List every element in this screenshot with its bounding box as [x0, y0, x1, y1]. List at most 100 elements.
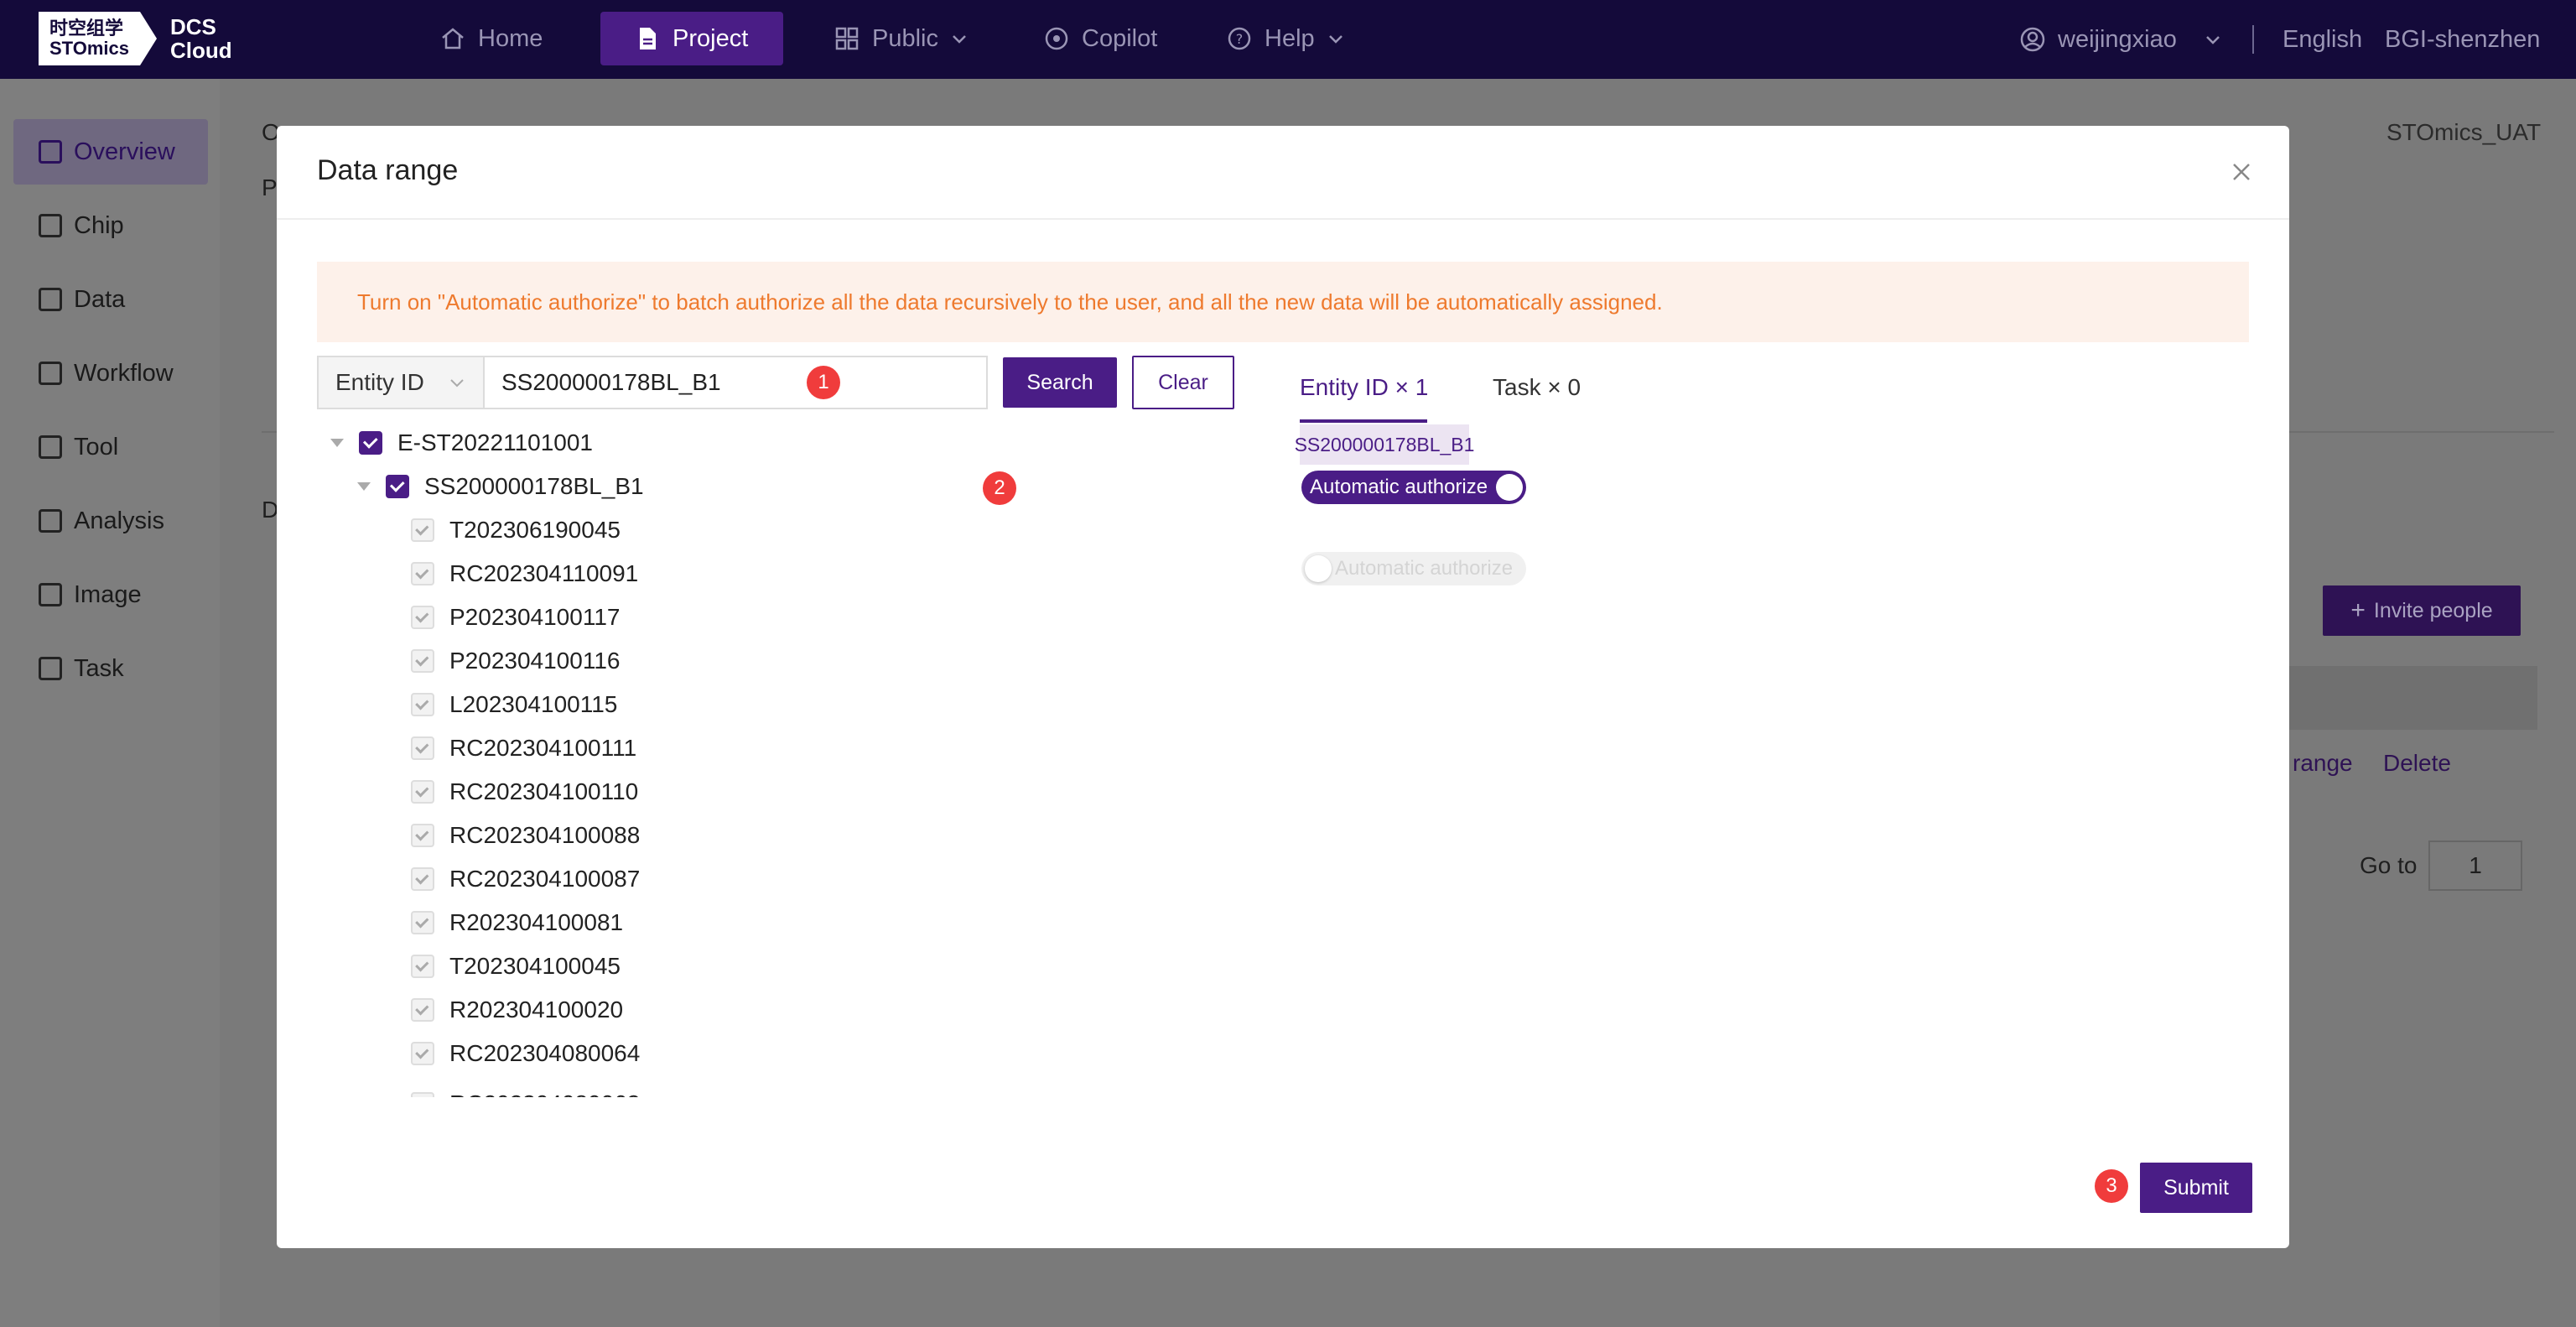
- checkbox-disabled: [411, 1042, 434, 1065]
- tree-leaf[interactable]: P202304100117: [411, 601, 620, 634]
- search-type-value: Entity ID: [335, 369, 424, 395]
- tree-leaf[interactable]: R202304100020: [411, 993, 623, 1027]
- sidebar-item-workflow[interactable]: Workflow: [13, 341, 208, 406]
- sidebar-item-label: Overview: [74, 138, 175, 165]
- tree-leaf-label: P202304100117: [449, 604, 621, 630]
- search-input[interactable]: SS200000178BL_B1: [485, 356, 988, 409]
- active-tab-indicator: [1300, 419, 1427, 423]
- tab-entity-id[interactable]: Entity ID × 1: [1300, 374, 1428, 401]
- chevron-down-icon: [2205, 36, 2220, 44]
- top-navbar: 时空组学 STOmics DCS Cloud Home Project Publ…: [0, 0, 2576, 79]
- auto-authorize-toggle-root[interactable]: Automatic authorize: [1301, 552, 1526, 585]
- grid-icon: [835, 27, 859, 50]
- sidebar-item-label: Image: [74, 580, 142, 608]
- sidebar-item-label: Tool: [74, 433, 119, 461]
- nav-help[interactable]: ? Help: [1192, 12, 1379, 65]
- clear-button[interactable]: Clear: [1132, 356, 1234, 409]
- tree-leaf[interactable]: RC202304100111: [411, 731, 636, 765]
- tree-leaf[interactable]: RC202304100087: [411, 862, 640, 896]
- tree-leaf[interactable]: T202306190045: [411, 513, 621, 547]
- tree-leaf-label: T202304100045: [449, 953, 621, 979]
- tree-leaf-label: R202304100020: [449, 997, 624, 1023]
- language-label: English: [2283, 25, 2363, 53]
- tree-node-child[interactable]: SS200000178BL_B1: [357, 470, 644, 503]
- sidebar-item-data[interactable]: Data: [13, 267, 208, 332]
- tree-leaf[interactable]: RC202304100110: [411, 775, 638, 809]
- checkbox-disabled: [411, 693, 434, 716]
- nav-home[interactable]: Home: [406, 12, 576, 65]
- tree-leaf[interactable]: RC202304110091: [411, 557, 638, 591]
- sidebar-item-image[interactable]: Image: [13, 562, 208, 627]
- tree-leaf[interactable]: T202304100045: [411, 950, 621, 983]
- sidebar-item-label: Data: [74, 285, 126, 313]
- nav-copilot[interactable]: Copilot: [1010, 12, 1191, 65]
- user-menu[interactable]: weijingxiao: [2019, 0, 2222, 79]
- tree-leaf[interactable]: P202304100116: [411, 644, 620, 678]
- step-marker-2: 2: [983, 471, 1016, 505]
- app-logo[interactable]: 时空组学 STOmics DCS Cloud: [39, 12, 232, 65]
- sidebar: Overview Chip Data Workflow Tool Analysi…: [0, 79, 220, 1327]
- goto-page-input[interactable]: 1: [2428, 840, 2522, 891]
- caret-down-icon[interactable]: [357, 482, 371, 491]
- checkbox-disabled: [411, 562, 434, 585]
- checkbox-disabled: [411, 955, 434, 978]
- tree-leaf-label: RC202304100087: [449, 866, 641, 892]
- step-marker-3: 3: [2095, 1169, 2128, 1203]
- checkbox-disabled: [411, 518, 434, 542]
- tab-task[interactable]: Task × 0: [1493, 374, 1581, 401]
- auto-authorize-toggle-child[interactable]: Automatic authorize: [1301, 471, 1526, 504]
- workflow-icon: [39, 362, 62, 385]
- logo-title-line-2: Cloud: [169, 38, 232, 63]
- invite-people-button[interactable]: + Invite people: [2323, 585, 2521, 636]
- home-icon: [442, 28, 464, 49]
- tree-leaf-label: RC202304110091: [449, 560, 639, 586]
- checkbox-disabled: [411, 867, 434, 891]
- checkbox[interactable]: [359, 431, 382, 455]
- nav-home-label: Home: [478, 24, 543, 52]
- tree-leaf[interactable]: RC202304080064: [411, 1037, 640, 1070]
- checkbox-disabled: [411, 824, 434, 847]
- search-type-select[interactable]: Entity ID: [317, 356, 485, 409]
- workspace-name: STOmics_UAT: [2386, 119, 2542, 145]
- nav-project[interactable]: Project: [600, 12, 783, 65]
- tree-leaf[interactable]: L202304100115: [411, 688, 617, 721]
- caret-down-icon[interactable]: [330, 439, 344, 447]
- nav-copilot-label: Copilot: [1082, 24, 1158, 52]
- sidebar-item-overview[interactable]: Overview: [13, 119, 208, 185]
- tree-leaf-label: L202304100115: [449, 691, 618, 717]
- goto-label: Go to: [2360, 852, 2418, 878]
- tree-leaf-label: R202304100081: [449, 909, 624, 935]
- tree-leaf[interactable]: R202304100081: [411, 906, 623, 939]
- toggle-knob: [1496, 474, 1523, 501]
- document-icon: [640, 28, 656, 49]
- user-icon: [2020, 27, 2045, 52]
- logo-title: DCS Cloud: [170, 15, 232, 62]
- data-range-link[interactable]: range: [2293, 750, 2353, 777]
- sidebar-item-task[interactable]: Task: [13, 636, 208, 701]
- delete-link[interactable]: Delete: [2383, 750, 2451, 777]
- alert-text: Turn on "Automatic authorize" to batch a…: [357, 289, 1663, 315]
- sidebar-item-chip[interactable]: Chip: [13, 193, 208, 258]
- search-button[interactable]: Search: [1003, 357, 1117, 408]
- nav-public[interactable]: Public: [800, 12, 1002, 65]
- checkbox-disabled: [411, 998, 434, 1022]
- sidebar-item-tool[interactable]: Tool: [13, 414, 208, 480]
- toggle-knob: [1305, 555, 1332, 582]
- tree-node-label: SS200000178BL_B1: [424, 473, 644, 499]
- copilot-icon: [1045, 27, 1068, 50]
- checkbox[interactable]: [386, 475, 409, 498]
- close-icon[interactable]: [2227, 158, 2256, 186]
- toggle-label: Automatic authorize: [1310, 476, 1488, 498]
- tree-leaf-label: RC202304100088: [449, 822, 641, 848]
- step-marker-1: 1: [807, 366, 840, 399]
- language-switch[interactable]: English: [2283, 0, 2362, 79]
- sidebar-item-analysis[interactable]: Analysis: [13, 488, 208, 554]
- nav-project-label: Project: [673, 24, 749, 52]
- tree-leaf[interactable]: RC202304100088: [411, 819, 640, 852]
- submit-button[interactable]: Submit: [2140, 1163, 2252, 1213]
- chip-icon: [39, 214, 62, 237]
- tree-node-root[interactable]: E-ST20221101001: [330, 426, 593, 460]
- plus-icon: +: [2350, 596, 2366, 624]
- region-switch[interactable]: BGI-shenzhen: [2385, 0, 2540, 79]
- logo-badge: 时空组学 STOmics: [39, 12, 140, 65]
